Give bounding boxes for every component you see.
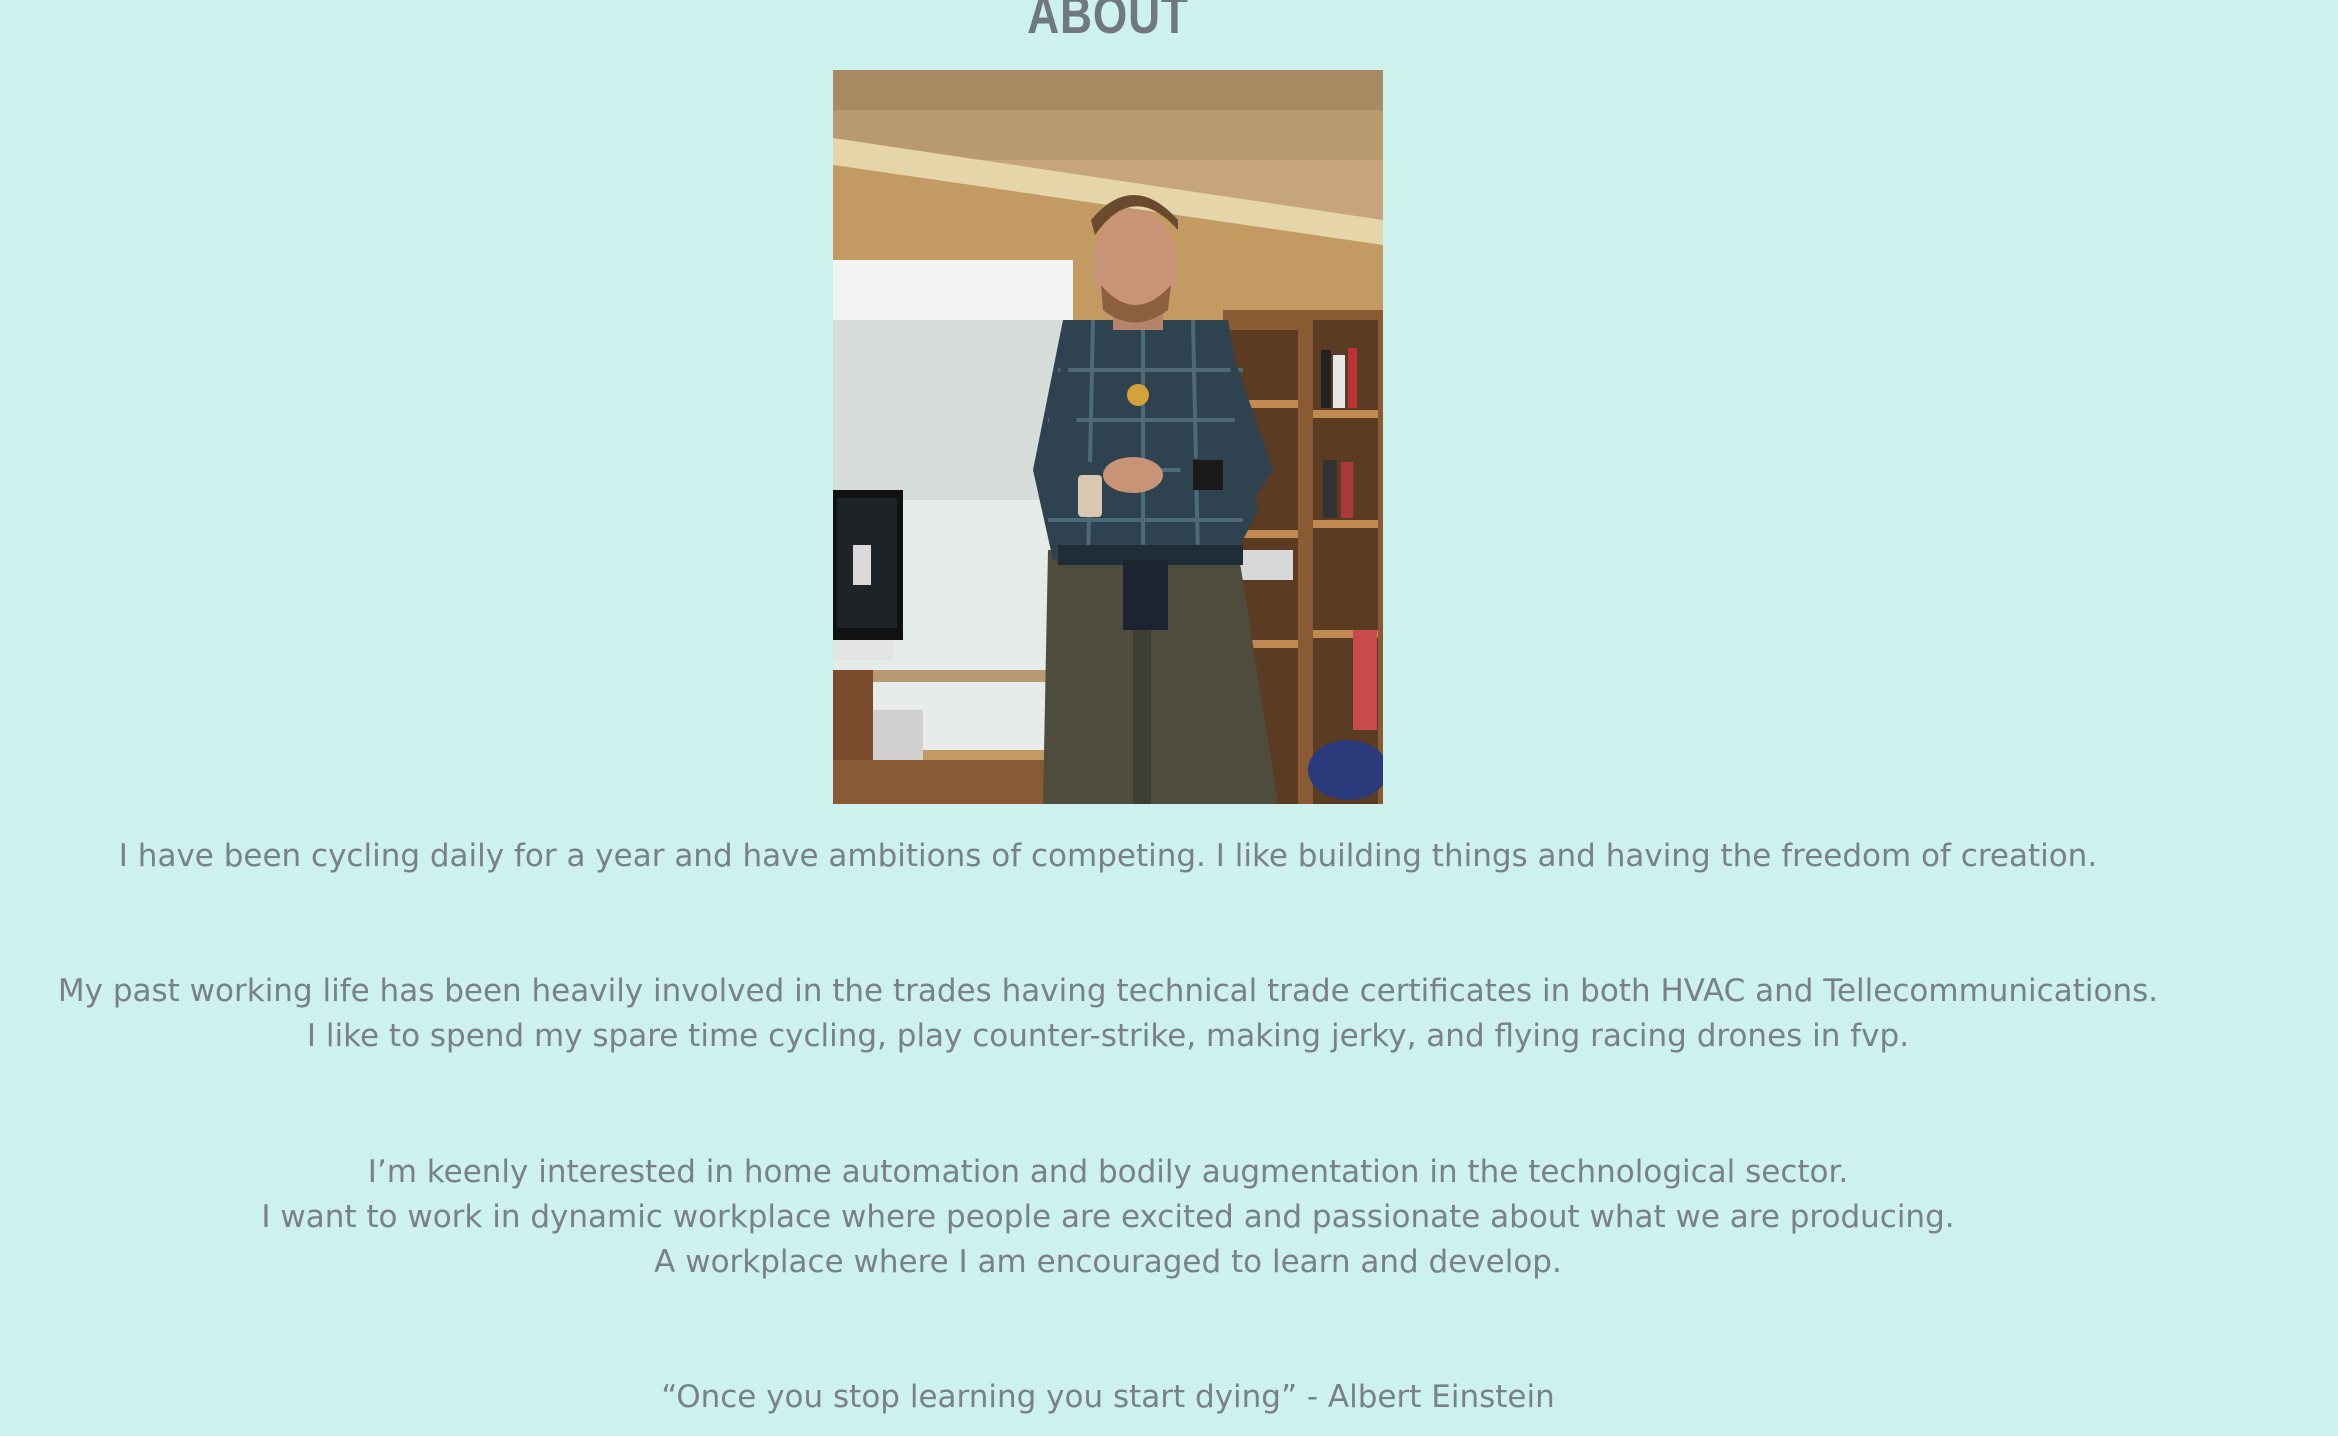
section-title: ABOUT — [1027, 0, 1189, 45]
interests-paragraph: I’m keenly interested in home automation… — [0, 1150, 2216, 1285]
paragraph-line: A workplace where I am encouraged to lea… — [654, 1244, 1562, 1280]
profile-photo — [833, 70, 1383, 804]
paragraph-line: I’m keenly interested in home automation… — [367, 1154, 1849, 1190]
paragraph-line: I want to work in dynamic workplace wher… — [261, 1199, 1955, 1235]
intro-paragraph: I have been cycling daily for a year and… — [0, 834, 2216, 879]
about-section: ABOUT I have been cycling daily for a ye… — [0, 0, 2338, 1436]
person-photo-icon — [833, 70, 1383, 804]
work-history-paragraph: My past working life has been heavily in… — [0, 969, 2216, 1059]
quote-text: “Once you stop learning you start dying”… — [661, 1379, 1555, 1415]
paragraph-line: I like to spend my spare time cycling, p… — [306, 1018, 1910, 1054]
paragraph-line: My past working life has been heavily in… — [57, 973, 2159, 1009]
quote-paragraph: “Once you stop learning you start dying”… — [0, 1375, 2216, 1420]
paragraph-line: I have been cycling daily for a year and… — [118, 838, 2098, 874]
